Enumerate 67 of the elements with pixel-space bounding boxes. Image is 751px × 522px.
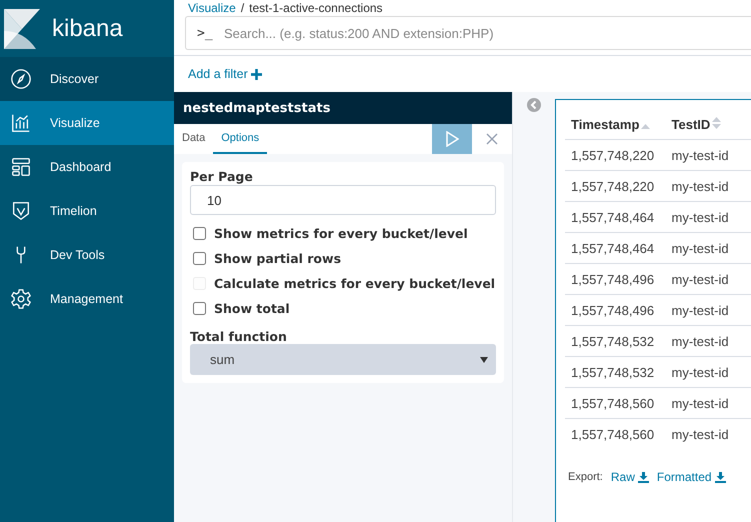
logo-text: kibana: [52, 14, 123, 42]
settings-icon: [10, 288, 32, 310]
checkbox-label: Show metrics for every bucket/level: [214, 226, 468, 241]
collapse-icon[interactable]: [527, 98, 541, 112]
table-cell: 1,557,748,496: [565, 264, 666, 294]
checkbox[interactable]: [193, 302, 206, 315]
download-icon: [714, 472, 726, 482]
table-cell: 1,557,748,560: [565, 418, 666, 449]
table-cell: my-test-id: [666, 418, 751, 449]
dashboard-icon: [10, 156, 32, 178]
compass-icon: [10, 68, 32, 90]
table-cell: my-test-id: [666, 356, 751, 388]
nav-item[interactable]: Management: [0, 277, 174, 321]
plus-icon: [250, 68, 262, 80]
checkbox-label: Show total: [214, 301, 290, 316]
total-function-select[interactable]: sum: [190, 344, 496, 375]
add-filter-link[interactable]: Add a filter: [188, 67, 262, 81]
apply-button[interactable]: [432, 124, 472, 154]
column-header[interactable]: Timestamp: [565, 109, 666, 140]
caret-icon: [480, 356, 488, 362]
nav-item[interactable]: Timelion: [0, 189, 174, 233]
nav-item[interactable]: Discover: [0, 57, 174, 101]
breadcrumb-current: test-1-active-connections: [249, 2, 383, 14]
table-cell: 1,557,748,220: [565, 170, 666, 202]
table-cell: my-test-id: [666, 294, 751, 326]
breadcrumb-separator: /: [240, 2, 244, 14]
per-page-input[interactable]: 10: [190, 185, 496, 215]
prompt-symbol: >_: [197, 26, 213, 41]
checkbox-label: Show partial rows: [214, 251, 342, 266]
field-label: Total function: [190, 329, 288, 344]
close-icon: [486, 133, 498, 145]
table-cell: 1,557,748,220: [565, 140, 666, 170]
table-cell: my-test-id: [666, 388, 751, 418]
download-icon: [638, 472, 649, 482]
sort-icon: [712, 116, 722, 128]
shield-icon: [10, 200, 32, 222]
export-link[interactable]: Raw: [610, 470, 649, 484]
table-cell: my-test-id: [666, 170, 751, 202]
sort-up-icon: [641, 124, 650, 128]
table-cell: 1,557,748,496: [565, 294, 666, 326]
checkbox[interactable]: [193, 227, 206, 240]
table-cell: my-test-id: [666, 264, 751, 294]
tab[interactable]: Data: [174, 124, 214, 154]
table-cell: my-test-id: [666, 326, 751, 356]
checkbox[interactable]: [193, 252, 206, 265]
table-cell: 1,557,748,464: [565, 232, 666, 264]
chart-icon: [10, 112, 32, 134]
table-cell: 1,557,748,464: [565, 202, 666, 232]
breadcrumb-link[interactable]: Visualize: [188, 2, 236, 14]
table-cell: 1,557,748,532: [565, 326, 666, 356]
table-cell: my-test-id: [666, 232, 751, 264]
table-cell: 1,557,748,560: [565, 388, 666, 418]
logo-icon: [4, 8, 42, 48]
nav-item[interactable]: Dev Tools: [0, 233, 174, 277]
tab[interactable]: Options: [213, 124, 268, 154]
checkbox-label: Calculate metrics for every bucket/level: [214, 276, 496, 291]
field-label: Per Page: [190, 169, 254, 184]
play-icon: [445, 131, 459, 147]
table-cell: 1,557,748,532: [565, 356, 666, 388]
column-header[interactable]: TestID: [666, 109, 751, 140]
table-cell: my-test-id: [666, 140, 751, 170]
export-label: Export:: [568, 471, 603, 483]
editor-title: nestedmapteststats: [174, 92, 512, 124]
export-link[interactable]: Formatted: [656, 470, 726, 484]
nav-item[interactable]: Visualize: [0, 101, 174, 145]
table-cell: my-test-id: [666, 202, 751, 232]
nav-item[interactable]: Dashboard: [0, 145, 174, 189]
